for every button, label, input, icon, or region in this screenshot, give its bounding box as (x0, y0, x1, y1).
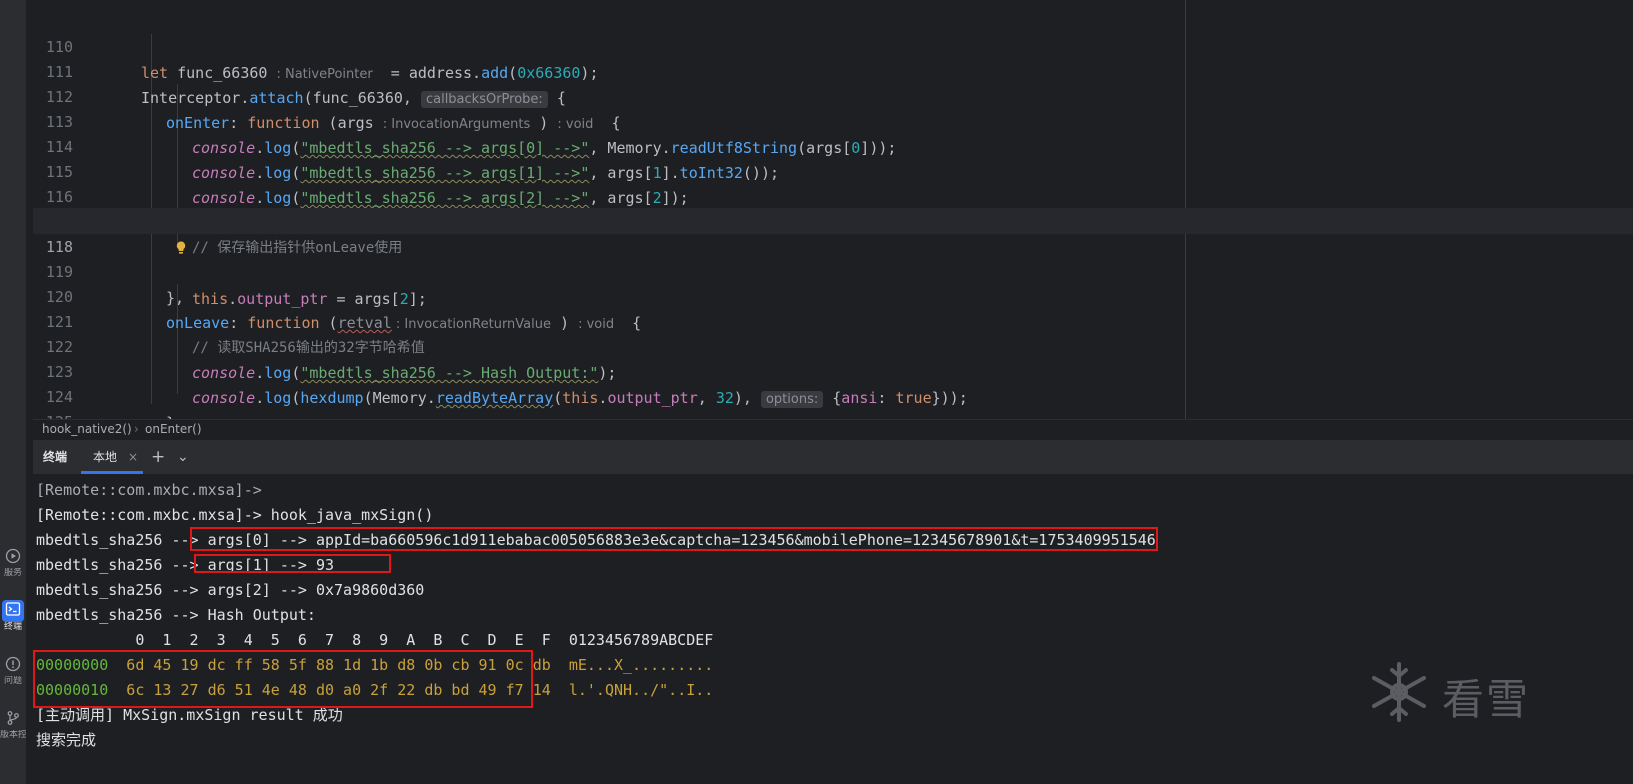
terminal-title: 终端 (43, 450, 68, 464)
close-tab-icon[interactable]: × (128, 440, 138, 474)
git-branch-icon (0, 710, 26, 730)
code-line[interactable]: 121 // 读取SHA256输出的32字节哈希值 (33, 283, 1633, 356)
terminal-tool-button[interactable]: 终端 (0, 600, 26, 633)
play-circle-icon (0, 548, 26, 568)
code-line[interactable]: 117 // 保存输出指针供onLeave使用 (33, 183, 1633, 256)
tab-local[interactable]: 本地 (93, 440, 117, 474)
terminal-header: 终端 本地 × + ⌄ (33, 440, 1633, 474)
chevron-right-icon: › (134, 422, 139, 436)
terminal-output[interactable]: [Remote::com.mxbc.mxsa]-> [Remote::com.m… (33, 474, 1633, 784)
code-line-current[interactable]: 118 this.output_ptr = args[2]; (33, 208, 1633, 308)
highlight-box-hash (33, 650, 533, 708)
terminal-icon (2, 600, 24, 622)
code-line[interactable]: 110 let func_66360 : NativePointer = add… (33, 8, 1633, 82)
new-tab-plus-icon[interactable]: + (151, 440, 165, 474)
code-line[interactable]: 114 console.log("mbedtls_sha256 --> args… (33, 108, 1633, 182)
code-line[interactable]: 112 onEnter: function (args : Invocation… (33, 58, 1633, 132)
snowflake-icon (1372, 662, 1426, 722)
lightbulb-icon[interactable] (121, 212, 186, 254)
breadcrumb-item[interactable]: hook_native2() (42, 420, 132, 439)
hex-ascii: mE...X_......... (550, 656, 714, 674)
services-tool-button[interactable]: 服务 (0, 548, 26, 579)
code-line[interactable]: 111 Interceptor.attach(func_66360, callb… (33, 33, 1633, 108)
breadcrumb: hook_native2() › onEnter() (33, 419, 1633, 440)
code-line[interactable]: 122 console.log("mbedtls_sha256 --> Hash… (33, 308, 1633, 382)
problems-icon (0, 656, 26, 676)
highlight-box-args1 (194, 554, 391, 573)
highlight-box-args0 (190, 527, 1158, 551)
code-line[interactable]: 113 console.log("mbedtls_sha256 --> args… (33, 83, 1633, 157)
problems-tool-button[interactable]: 问题 (0, 656, 26, 687)
code-line[interactable]: 125 }) (33, 383, 1633, 457)
terminal-line: [Remote::com.mxbc.mxsa]-> (36, 481, 262, 499)
breadcrumb-item[interactable]: onEnter() (145, 420, 202, 439)
terminal-line: 搜索完成 (36, 731, 97, 749)
terminal-tool-label: 终端 (3, 622, 22, 632)
vcs-tool-button[interactable]: 版本控 (0, 710, 26, 741)
services-tool-label: 服务 (3, 568, 22, 578)
code-editor[interactable]: 110 let func_66360 : NativePointer = add… (33, 0, 1633, 457)
tool-window-strip: 服务 终端 问题 版本控 (0, 0, 27, 784)
vcs-tool-label: 版本控 (0, 730, 26, 740)
problems-tool-label: 问题 (3, 676, 22, 686)
chevron-down-icon[interactable]: ⌄ (177, 440, 189, 474)
code-line[interactable]: 124 } (33, 358, 1633, 432)
code-line[interactable]: 123 console.log(hexdump(Memory.readByteA… (33, 333, 1633, 408)
terminal-line: [Remote::com.mxbc.mxsa]-> hook_java_mxSi… (36, 506, 434, 524)
terminal-line: mbedtls_sha256 --> args[2] --> 0x7a9860d… (36, 581, 425, 599)
code-line[interactable]: 116 (33, 158, 1633, 206)
terminal-line: mbedtls_sha256 --> Hash Output: (36, 606, 316, 624)
code-line[interactable]: 115 console.log("mbedtls_sha256 --> args… (33, 133, 1633, 207)
hex-ascii: l.'.QNH../"..I.. (550, 681, 714, 699)
watermark-logo: 看雪 (1364, 660, 1554, 724)
code-line[interactable]: 119 }, (33, 233, 1633, 307)
watermark-text: 看雪 (1442, 675, 1531, 724)
code-line[interactable]: 120 onLeave: function (retval : Invocati… (33, 258, 1633, 332)
